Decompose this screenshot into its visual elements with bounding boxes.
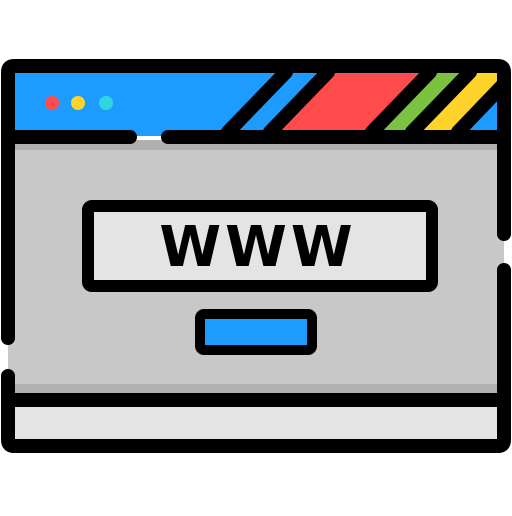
go-button: [195, 309, 317, 355]
window-dot-cyan: [99, 96, 113, 110]
body-bottom-shadow: [8, 384, 504, 394]
web-browser-icon: WWW: [0, 0, 512, 512]
address-text: WWW: [159, 215, 356, 280]
window-dot-yellow: [71, 96, 85, 110]
window-dot-red: [45, 96, 59, 110]
